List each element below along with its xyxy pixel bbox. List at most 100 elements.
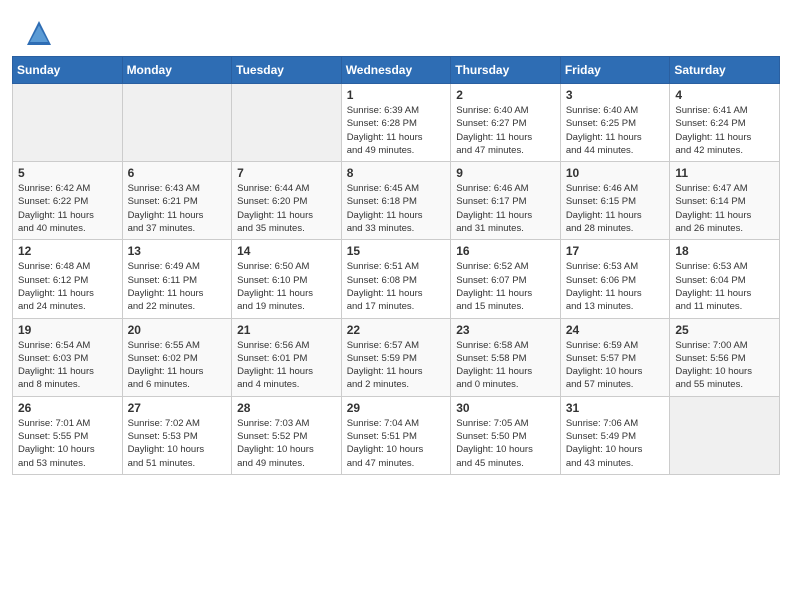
day-info: Sunrise: 7:06 AMSunset: 5:49 PMDaylight:… [566,417,665,470]
calendar-container: SundayMondayTuesdayWednesdayThursdayFrid… [0,56,792,487]
day-info: Sunrise: 6:51 AMSunset: 6:08 PMDaylight:… [347,260,446,313]
day-info: Sunrise: 6:54 AMSunset: 6:03 PMDaylight:… [18,339,117,392]
day-number: 22 [347,323,446,337]
calendar-cell: 3 Sunrise: 6:40 AMSunset: 6:25 PMDaylight… [560,84,670,162]
calendar-cell: 31Sunrise: 7:06 AMSunset: 5:49 PMDayligh… [560,396,670,474]
calendar-cell: 4 Sunrise: 6:41 AMSunset: 6:24 PMDaylight… [670,84,780,162]
logo-icon [24,18,54,48]
calendar-cell: 7Sunrise: 6:44 AMSunset: 6:20 PMDaylight… [232,162,342,240]
day-info: Sunrise: 6:42 AMSunset: 6:22 PMDaylight:… [18,182,117,235]
calendar-cell [670,396,780,474]
day-number: 10 [566,166,665,180]
calendar-header: SundayMondayTuesdayWednesdayThursdayFrid… [13,57,780,84]
day-number: 25 [675,323,774,337]
calendar-cell: 25 Sunrise: 7:00 AMSunset: 5:56 PMDayligh… [670,318,780,396]
calendar-cell: 26 Sunrise: 7:01 AMSunset: 5:55 PMDayligh… [13,396,123,474]
calendar-cell: 5 Sunrise: 6:42 AMSunset: 6:22 PMDaylight… [13,162,123,240]
calendar-cell: 2 Sunrise: 6:40 AMSunset: 6:27 PMDaylight… [451,84,561,162]
day-number: 8 [347,166,446,180]
day-info: Sunrise: 6:53 AMSunset: 6:04 PMDaylight:… [675,260,774,313]
day-info: Sunrise: 7:02 AMSunset: 5:53 PMDaylight:… [128,417,227,470]
day-info: Sunrise: 7:05 AMSunset: 5:50 PMDaylight:… [456,417,555,470]
calendar-cell: 8 Sunrise: 6:45 AMSunset: 6:18 PMDaylight… [341,162,451,240]
header [0,0,792,56]
day-info: Sunrise: 6:40 AMSunset: 6:27 PMDaylight:… [456,104,555,157]
day-number: 27 [128,401,227,415]
day-info: Sunrise: 6:43 AMSunset: 6:21 PMDaylight:… [128,182,227,235]
day-number: 17 [566,244,665,258]
calendar-cell: 20 Sunrise: 6:55 AMSunset: 6:02 PMDayligh… [122,318,232,396]
day-info: Sunrise: 6:50 AMSunset: 6:10 PMDaylight:… [237,260,336,313]
day-number: 3 [566,88,665,102]
calendar-cell: 30 Sunrise: 7:05 AMSunset: 5:50 PMDayligh… [451,396,561,474]
day-number: 4 [675,88,774,102]
day-info: Sunrise: 6:57 AMSunset: 5:59 PMDaylight:… [347,339,446,392]
weekday-header: Sunday [13,57,123,84]
day-info: Sunrise: 7:04 AMSunset: 5:51 PMDaylight:… [347,417,446,470]
weekday-row: SundayMondayTuesdayWednesdayThursdayFrid… [13,57,780,84]
day-number: 26 [18,401,117,415]
calendar-cell: 23 Sunrise: 6:58 AMSunset: 5:58 PMDayligh… [451,318,561,396]
day-number: 16 [456,244,555,258]
day-info: Sunrise: 6:41 AMSunset: 6:24 PMDaylight:… [675,104,774,157]
calendar-cell: 10Sunrise: 6:46 AMSunset: 6:15 PMDayligh… [560,162,670,240]
calendar-cell: 29 Sunrise: 7:04 AMSunset: 5:51 PMDayligh… [341,396,451,474]
weekday-header: Wednesday [341,57,451,84]
weekday-header: Monday [122,57,232,84]
day-info: Sunrise: 6:44 AMSunset: 6:20 PMDaylight:… [237,182,336,235]
day-number: 15 [347,244,446,258]
calendar-week-row: 1Sunrise: 6:39 AMSunset: 6:28 PMDaylight… [13,84,780,162]
day-number: 21 [237,323,336,337]
calendar-cell: 15 Sunrise: 6:51 AMSunset: 6:08 PMDayligh… [341,240,451,318]
calendar-cell: 17 Sunrise: 6:53 AMSunset: 6:06 PMDayligh… [560,240,670,318]
calendar-cell: 16 Sunrise: 6:52 AMSunset: 6:07 PMDayligh… [451,240,561,318]
day-info: Sunrise: 7:01 AMSunset: 5:55 PMDaylight:… [18,417,117,470]
day-info: Sunrise: 6:53 AMSunset: 6:06 PMDaylight:… [566,260,665,313]
calendar-cell [122,84,232,162]
day-number: 11 [675,166,774,180]
day-number: 30 [456,401,555,415]
calendar-body: 1Sunrise: 6:39 AMSunset: 6:28 PMDaylight… [13,84,780,475]
day-number: 13 [128,244,227,258]
day-number: 19 [18,323,117,337]
calendar-cell: 6Sunrise: 6:43 AMSunset: 6:21 PMDaylight… [122,162,232,240]
weekday-header: Tuesday [232,57,342,84]
day-number: 1 [347,88,446,102]
day-number: 23 [456,323,555,337]
day-number: 20 [128,323,227,337]
day-number: 2 [456,88,555,102]
day-info: Sunrise: 6:58 AMSunset: 5:58 PMDaylight:… [456,339,555,392]
day-info: Sunrise: 6:55 AMSunset: 6:02 PMDaylight:… [128,339,227,392]
day-info: Sunrise: 6:56 AMSunset: 6:01 PMDaylight:… [237,339,336,392]
calendar-cell: 12Sunrise: 6:48 AMSunset: 6:12 PMDayligh… [13,240,123,318]
day-info: Sunrise: 6:40 AMSunset: 6:25 PMDaylight:… [566,104,665,157]
weekday-header: Saturday [670,57,780,84]
day-info: Sunrise: 7:03 AMSunset: 5:52 PMDaylight:… [237,417,336,470]
weekday-header: Friday [560,57,670,84]
calendar-cell: 13 Sunrise: 6:49 AMSunset: 6:11 PMDayligh… [122,240,232,318]
calendar-cell: 22 Sunrise: 6:57 AMSunset: 5:59 PMDayligh… [341,318,451,396]
page: SundayMondayTuesdayWednesdayThursdayFrid… [0,0,792,612]
calendar-cell: 24Sunrise: 6:59 AMSunset: 5:57 PMDayligh… [560,318,670,396]
calendar-week-row: 5 Sunrise: 6:42 AMSunset: 6:22 PMDaylight… [13,162,780,240]
day-info: Sunrise: 6:45 AMSunset: 6:18 PMDaylight:… [347,182,446,235]
day-number: 29 [347,401,446,415]
day-info: Sunrise: 6:52 AMSunset: 6:07 PMDaylight:… [456,260,555,313]
calendar-cell: 9Sunrise: 6:46 AMSunset: 6:17 PMDaylight… [451,162,561,240]
day-info: Sunrise: 7:00 AMSunset: 5:56 PMDaylight:… [675,339,774,392]
calendar-week-row: 26 Sunrise: 7:01 AMSunset: 5:55 PMDayligh… [13,396,780,474]
day-info: Sunrise: 6:49 AMSunset: 6:11 PMDaylight:… [128,260,227,313]
calendar-cell: 14Sunrise: 6:50 AMSunset: 6:10 PMDayligh… [232,240,342,318]
calendar-table: SundayMondayTuesdayWednesdayThursdayFrid… [12,56,780,475]
calendar-cell: 18Sunrise: 6:53 AMSunset: 6:04 PMDayligh… [670,240,780,318]
day-number: 9 [456,166,555,180]
weekday-header: Thursday [451,57,561,84]
calendar-cell: 11Sunrise: 6:47 AMSunset: 6:14 PMDayligh… [670,162,780,240]
calendar-cell: 28Sunrise: 7:03 AMSunset: 5:52 PMDayligh… [232,396,342,474]
day-number: 5 [18,166,117,180]
calendar-cell: 27 Sunrise: 7:02 AMSunset: 5:53 PMDayligh… [122,396,232,474]
calendar-week-row: 12Sunrise: 6:48 AMSunset: 6:12 PMDayligh… [13,240,780,318]
calendar-cell [13,84,123,162]
calendar-cell: 19 Sunrise: 6:54 AMSunset: 6:03 PMDayligh… [13,318,123,396]
day-number: 12 [18,244,117,258]
